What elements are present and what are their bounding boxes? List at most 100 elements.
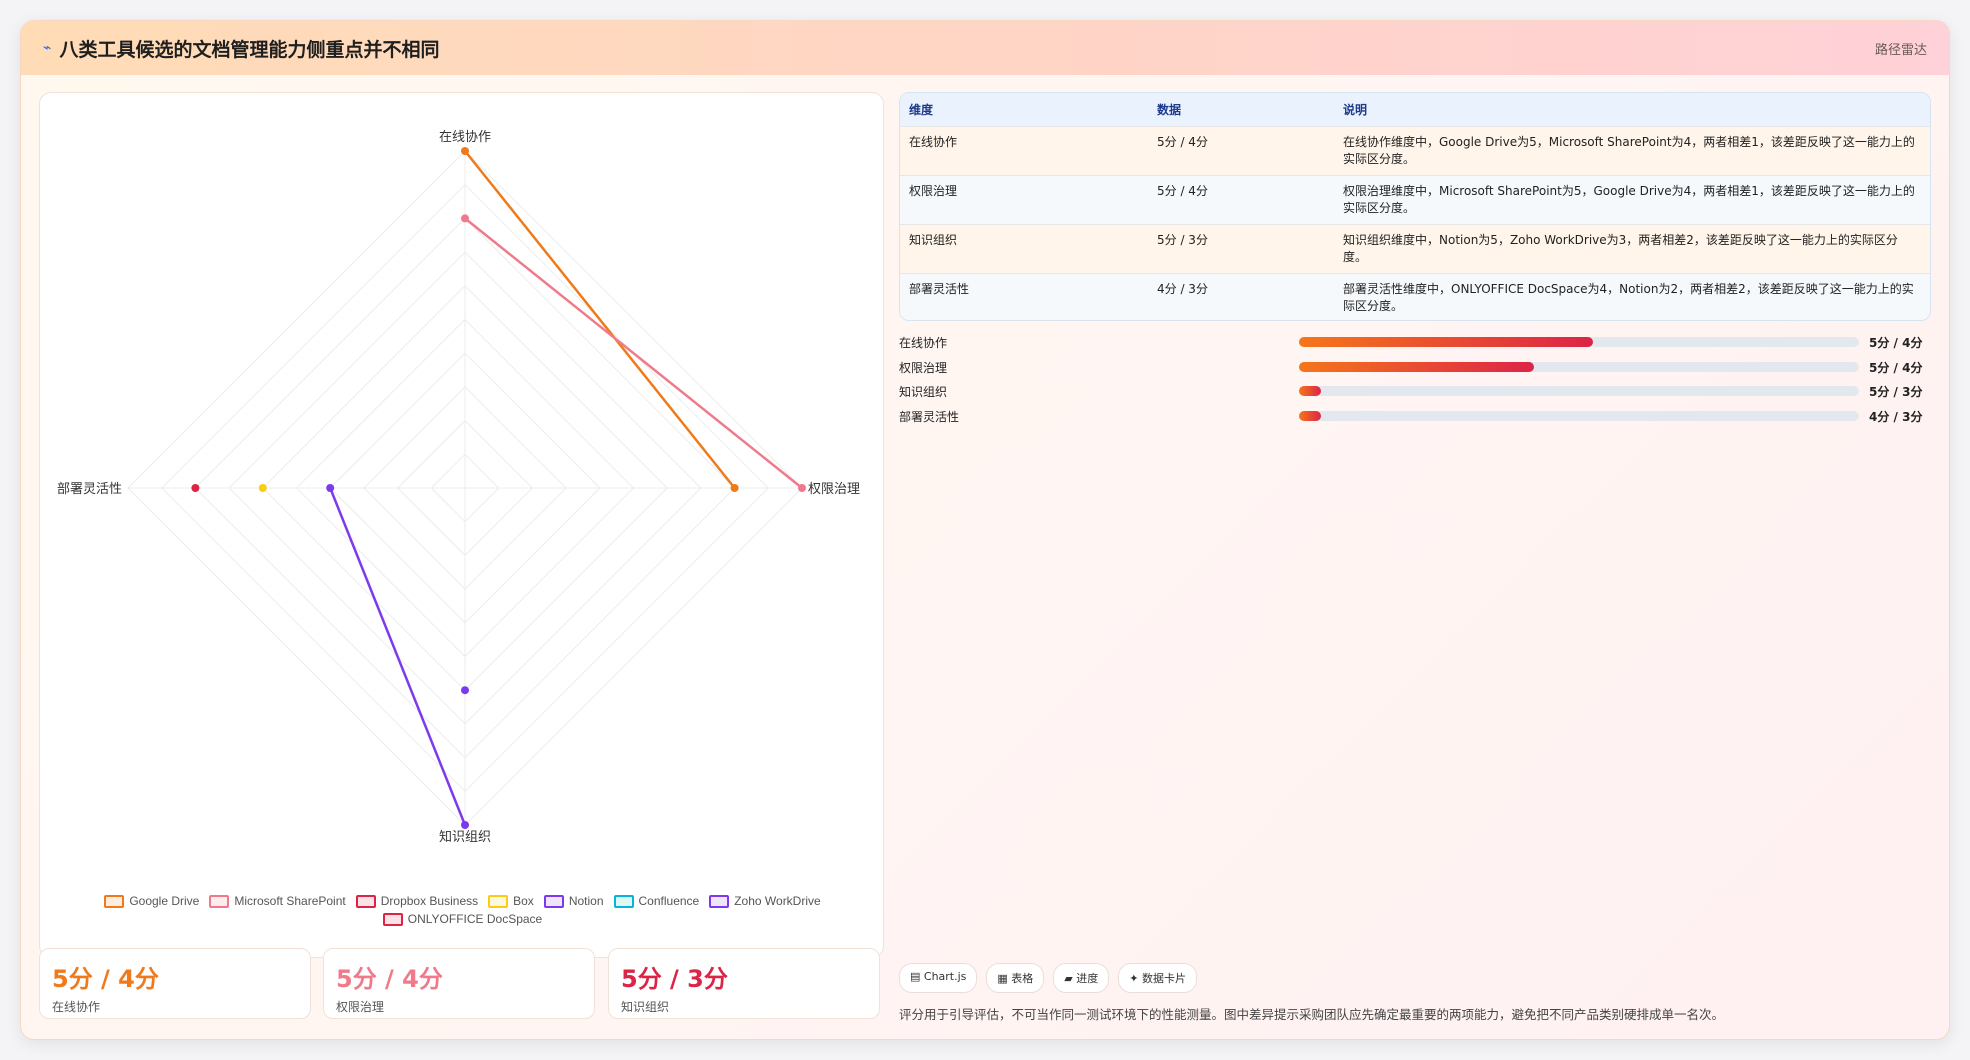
progress-track (1299, 410, 1859, 421)
legend-label: Confluence (638, 894, 700, 908)
legend-item[interactable]: Google Drive (104, 894, 199, 908)
radar-point (461, 147, 469, 155)
progress-fill (1299, 337, 1593, 347)
legend-item[interactable]: Notion (543, 894, 604, 908)
legend-item[interactable]: Microsoft SharePoint (209, 894, 346, 908)
table-cell-description: 部署灵活性维度中，ONLYOFFICE DocSpace为4，Notion为2，… (1334, 272, 1930, 320)
radar-point (798, 484, 806, 492)
chip-data-cards[interactable]: ✦ 数据卡片 (1118, 963, 1197, 993)
radar-chart: 在线协作权限治理知识组织 部署灵活性 (57, 130, 860, 845)
progress-track (1299, 361, 1859, 372)
chart-legend: Google Drive Microsoft SharePoint Dropbox … (70, 894, 855, 926)
progress-row: 权限治理 5分 / 4分 (899, 356, 1931, 381)
table-cell-data: 5分 / 4分 (1148, 174, 1334, 224)
legend-swatch (209, 894, 230, 908)
kpi-label: 在线协作 (52, 1000, 101, 1014)
legend-label: Google Drive (129, 894, 200, 908)
legend-swatch (355, 894, 376, 908)
legend-item[interactable]: Confluence (613, 894, 700, 908)
radar-chart-panel: 在线协作权限治理知识组织 部署灵活性 Google Drive Microsoft … (39, 92, 884, 958)
progress-label: 在线协作 (899, 336, 948, 350)
radar-axis-label: 部署灵活性 (57, 482, 122, 497)
table-header-data: 数据 (1148, 93, 1334, 126)
table-cell-dimension: 知识组织 (900, 223, 1148, 273)
table-cell-description: 权限治理维度中，Microsoft SharePoint为5，Google Dr… (1334, 174, 1930, 224)
chart-line-icon: ⌁ (43, 40, 52, 56)
table-cell-data: 4分 / 3分 (1148, 272, 1334, 320)
chip-chartjs[interactable]: ▤ Chart.js (899, 963, 978, 993)
table-cell-data: 5分 / 3分 (1148, 223, 1334, 273)
legend-swatch (488, 894, 509, 908)
legend-label: Box (513, 894, 534, 908)
legend-swatch (104, 894, 125, 908)
progress-label: 知识组织 (899, 385, 948, 399)
kpi-value: 5分 / 3分 (621, 965, 728, 993)
kpi-label: 权限治理 (336, 1000, 385, 1014)
table-cell-dimension: 在线协作 (900, 125, 1148, 175)
progress-fill (1299, 410, 1322, 421)
legend-label: Microsoft SharePoint (234, 894, 346, 908)
radar-series-line (464, 150, 736, 489)
radar-point (258, 484, 267, 492)
chip-table[interactable]: ▦ 表格 (986, 963, 1045, 993)
radar-point (730, 484, 739, 492)
radar-axis-label: 权限治理 (808, 481, 860, 497)
progress-value: 5分 / 4分 (1869, 336, 1923, 350)
progress-value: 5分 / 3分 (1869, 385, 1923, 399)
table-row: 权限治理 5分 / 4分 权限治理维度中，Microsoft SharePoin… (900, 174, 1930, 224)
radar-point (191, 484, 200, 492)
legend-item[interactable]: Box (488, 894, 534, 908)
radar-axis-label: 在线协作 (439, 130, 491, 145)
table-row: 在线协作 5分 / 4分 在线协作维度中，Google Drive为5，Micr… (900, 125, 1930, 175)
progress-fill (1299, 361, 1535, 372)
kpi-card-2: 5分 / 4分 权限治理 (323, 948, 595, 1019)
table-row: 知识组织 5分 / 3分 知识组织维度中，Notion为5，Zoho WorkD… (900, 223, 1930, 273)
table-cell-dimension: 权限治理 (900, 174, 1148, 224)
legend-label: Notion (568, 894, 604, 908)
kpi-card-3: 5分 / 3分 知识组织 (608, 948, 880, 1019)
table-cell-dimension: 部署灵活性 (900, 272, 1148, 320)
progress-track (1299, 337, 1859, 347)
data-table: 维度 数据 说明 在线协作 5分 / 4分 在线协作维度中，Google Dri… (899, 92, 1931, 321)
chip-progress[interactable]: ▰ 进度 (1053, 963, 1110, 993)
view-chips: ▤ Chart.js ▦ 表格 ▰ 进度 ✦ 数据卡片 (899, 963, 1197, 993)
legend-item[interactable]: Zoho WorkDrive (709, 894, 821, 908)
progress-row: 知识组织 5分 / 3分 (899, 380, 1931, 405)
progress-label: 权限治理 (899, 360, 948, 375)
progress-list: 在线协作 5分 / 4分 权限治理 5分 / 4分 知识组织 5分 / 3分 部… (899, 331, 1931, 429)
kpi-value: 5分 / 4分 (336, 965, 443, 993)
table-cell-description: 在线协作维度中，Google Drive为5，Microsoft SharePo… (1334, 125, 1930, 175)
table-header-dimension: 维度 (900, 93, 1148, 126)
header-tag: 路径雷达 (1874, 42, 1927, 58)
radar-series-line (464, 217, 803, 489)
radar-point (461, 686, 469, 695)
kpi-card-1: 5分 / 4分 在线协作 (39, 948, 311, 1019)
table-cell-description: 知识组织维度中，Notion为5，Zoho WorkDrive为3，两者相差2，… (1334, 223, 1930, 273)
legend-swatch (709, 894, 730, 908)
page-title: 八类工具候选的文档管理能力侧重点并不相同 (59, 38, 440, 61)
progress-row: 部署灵活性 4分 / 3分 (899, 405, 1931, 430)
kpi-label: 知识组织 (621, 1000, 670, 1014)
progress-row: 在线协作 5分 / 4分 (899, 331, 1931, 356)
progress-value: 5分 / 4分 (1869, 360, 1923, 375)
kpi-value: 5分 / 4分 (52, 965, 159, 993)
legend-label: Zoho WorkDrive (734, 894, 821, 908)
table-header-row: 维度 数据 说明 (900, 93, 1930, 126)
radar-point (461, 821, 469, 829)
footnote: 评分用于引导评估，不可当作同一测试环境下的性能测量。图中差异提示采购团队应先确定… (899, 1007, 1725, 1022)
table-header-description: 说明 (1334, 93, 1930, 126)
legend-item[interactable]: ONLYOFFICE DocSpace (382, 912, 542, 926)
dashboard-card: ⌁ 八类工具候选的文档管理能力侧重点并不相同 路径雷达 在线协作 权限治理 知识组织… (20, 20, 1950, 1040)
header-bar: ⌁ 八类工具候选的文档管理能力侧重点并不相同 路径雷达 (21, 21, 1949, 75)
radar-axis-label: 知识组织 (439, 829, 491, 845)
radar-point (461, 214, 469, 223)
progress-track (1299, 386, 1859, 396)
progress-label: 部署灵活性 (899, 409, 960, 424)
legend-item[interactable]: Dropbox Business (355, 894, 479, 908)
legend-swatch (382, 912, 403, 926)
legend-label: Dropbox Business (380, 894, 479, 908)
legend-swatch (543, 894, 564, 908)
table-cell-data: 5分 / 4分 (1148, 125, 1334, 175)
radar-point (326, 484, 335, 492)
legend-swatch (613, 894, 634, 908)
